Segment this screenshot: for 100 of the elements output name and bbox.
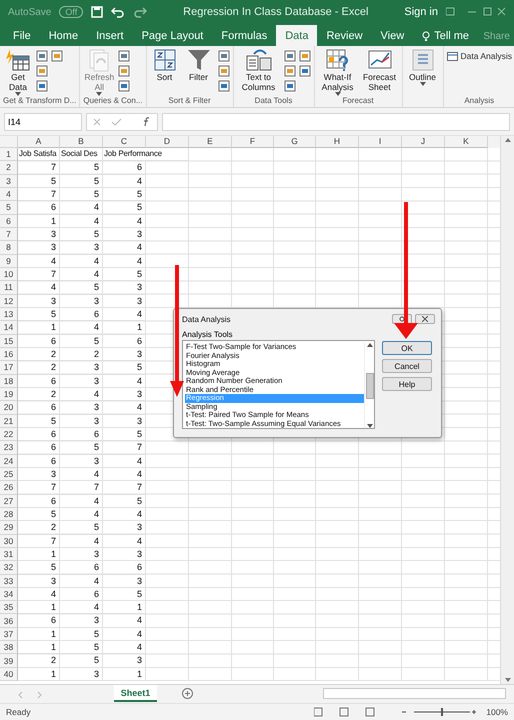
small-tool-icon[interactable] [284,50,296,62]
scroll-down-icon[interactable] [366,424,372,428]
row-header[interactable]: 4 [0,188,18,202]
table-cell[interactable]: 6 [18,454,60,468]
ribbon-button[interactable]: Text to Columns [236,48,280,92]
table-cell[interactable]: 6 [18,334,60,348]
table-cell[interactable]: 3 [103,388,146,402]
tell-me-field[interactable]: Tell me [413,26,478,46]
undo-icon[interactable] [111,6,126,18]
table-cell[interactable]: 3 [103,574,146,588]
row-header[interactable]: 40 [0,668,18,682]
table-cell[interactable]: 5 [18,508,60,522]
table-cell[interactable]: 4 [60,508,103,522]
table-cell[interactable]: 4 [103,174,146,188]
row-header[interactable]: 27 [0,494,18,508]
table-cell[interactable]: 3 [60,374,103,388]
ribbon-tab[interactable]: File [4,26,40,46]
table-cell[interactable]: 6 [103,561,146,574]
table-cell[interactable]: 5 [18,174,60,188]
table-cell[interactable]: 6 [60,561,103,574]
table-cell[interactable]: 5 [60,628,103,642]
table-cell[interactable]: 5 [103,588,146,602]
table-cell[interactable]: 3 [60,454,103,468]
row-header[interactable]: 7 [0,228,18,242]
row-header[interactable]: 36 [0,614,18,628]
table-cell[interactable]: 6 [60,308,103,322]
row-header[interactable]: 32 [0,561,18,574]
small-tool-icon[interactable] [298,65,310,77]
table-cell[interactable]: 5 [60,521,103,535]
table-cell[interactable]: 4 [103,454,146,468]
table-cell[interactable]: 4 [18,281,60,295]
column-header[interactable]: C [103,136,146,148]
table-cell[interactable]: 3 [60,241,103,255]
ribbon-tab[interactable]: Formulas [212,26,276,46]
table-cell[interactable]: 1 [103,668,146,682]
column-header[interactable]: A [18,136,60,148]
table-cell[interactable]: 4 [103,308,146,322]
row-header[interactable]: 19 [0,388,18,402]
table-cell[interactable]: 3 [103,281,146,295]
row-header[interactable]: 14 [0,321,18,335]
row-header[interactable]: 34 [0,588,18,602]
row-header[interactable]: 3 [0,174,18,188]
row-header[interactable]: 5 [0,201,18,215]
table-cell[interactable]: 4 [103,254,146,268]
table-cell[interactable]: 1 [18,641,60,654]
table-cell[interactable]: 6 [103,161,146,175]
small-tool-icon[interactable] [36,65,48,77]
table-cell[interactable]: 2 [18,388,60,402]
table-cell[interactable]: 3 [60,668,103,682]
table-cell[interactable]: 4 [103,628,146,642]
table-cell[interactable]: 4 [60,574,103,588]
table-cell[interactable]: 6 [18,441,60,455]
row-header[interactable]: 25 [0,468,18,482]
vertical-scrollbar[interactable] [500,136,514,684]
table-cell[interactable]: 6 [60,428,103,442]
table-cell[interactable]: 4 [60,494,103,508]
table-cell[interactable]: 3 [18,574,60,588]
small-tool-icon[interactable] [36,80,48,92]
row-header[interactable]: 26 [0,481,18,495]
small-tool-icon[interactable] [284,80,296,92]
table-cell[interactable]: 7 [18,534,60,548]
column-header[interactable]: I [359,136,402,148]
table-cell[interactable]: 5 [103,188,146,202]
table-cell[interactable]: 4 [60,601,103,614]
table-cell[interactable]: 4 [103,534,146,548]
table-cell[interactable]: 6 [18,374,60,388]
table-cell[interactable]: 7 [103,441,146,455]
table-cell[interactable]: 1 [18,601,60,614]
table-cell[interactable]: 3 [18,468,60,482]
row-header[interactable]: 28 [0,508,18,522]
scroll-thumb[interactable] [366,372,374,398]
row-header[interactable]: 33 [0,574,18,588]
small-tool-icon[interactable] [51,50,63,62]
ribbon-tab[interactable]: View [372,26,414,46]
table-cell[interactable]: 3 [18,294,60,308]
function-icon[interactable] [142,116,152,126]
row-header[interactable]: 22 [0,428,18,442]
table-cell[interactable]: 1 [18,628,60,642]
table-cell[interactable]: 3 [103,548,146,562]
table-cell[interactable]: 3 [103,654,146,668]
table-cell[interactable]: 3 [60,614,103,628]
row-header[interactable]: 9 [0,254,18,268]
table-cell[interactable]: 1 [18,548,60,562]
sheet-tab[interactable]: Sheet1 [114,685,157,702]
table-cell[interactable]: 5 [103,201,146,215]
table-cell[interactable]: 1 [18,668,60,682]
zoom-slider[interactable] [402,707,478,717]
table-cell[interactable]: 7 [103,481,146,495]
table-cell[interactable]: 4 [103,641,146,654]
table-cell[interactable]: 4 [60,468,103,482]
small-tool-icon[interactable] [36,50,48,62]
table-cell[interactable]: 5 [103,494,146,508]
row-header[interactable]: 17 [0,361,18,375]
table-cell[interactable]: 4 [18,588,60,602]
table-cell[interactable]: 5 [60,188,103,202]
table-cell[interactable]: 5 [103,361,146,375]
table-cell[interactable]: 1 [18,214,60,228]
small-tool-icon[interactable] [118,65,130,77]
small-tool-icon[interactable] [218,65,230,77]
table-cell[interactable]: 5 [60,228,103,242]
